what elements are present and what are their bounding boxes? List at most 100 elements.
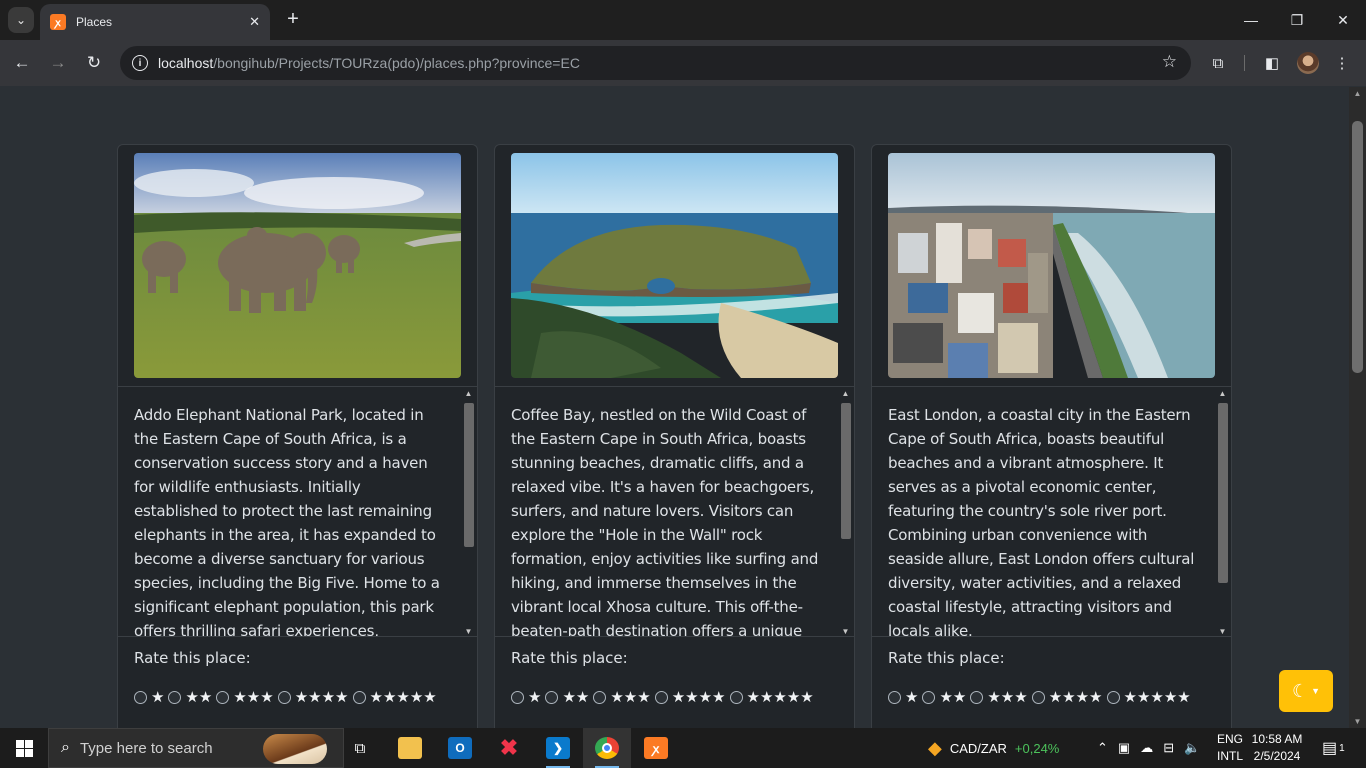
taskbar-search[interactable]: ⌕ Type here to search xyxy=(48,728,344,768)
search-icon: ⌕ xyxy=(61,739,70,756)
rating-radio-2[interactable] xyxy=(922,690,936,704)
rating-options: ★ ★★ ★★★ ★★★★ ★★★★★ xyxy=(888,688,1195,706)
scroll-down-arrow-icon[interactable]: ▼ xyxy=(1349,717,1366,726)
rating-label-1: ★ xyxy=(905,689,919,706)
windows-taskbar: ⌕ Type here to search ⧉ O ✖ ❯ ꭗ ◆ CAD/ZA… xyxy=(0,728,1366,768)
description-scrollbar[interactable]: ▲ ▼ xyxy=(1215,387,1230,636)
system-tray: ⌃ ▣ ☁ ⊟ 🔈 xyxy=(1097,728,1200,768)
page-scroll-thumb[interactable] xyxy=(1352,121,1363,373)
xampp-icon: ꭗ xyxy=(644,737,668,759)
rating-radio-1[interactable] xyxy=(134,690,147,704)
caret-down-icon: ▼ xyxy=(1311,686,1321,696)
rating-radio-4[interactable] xyxy=(277,690,291,704)
restore-button[interactable]: ❐ xyxy=(1274,0,1320,40)
url-text[interactable]: localhost/bongihub/Projects/TOURza(pdo)/… xyxy=(158,55,580,71)
taskbar-outlook[interactable]: O xyxy=(436,728,484,768)
clock-time: 10:58 AM xyxy=(1251,732,1303,746)
reload-icon: ↻ xyxy=(86,53,102,72)
rating-options: ★ ★★ ★★★ ★★★★ ★★★★★ xyxy=(511,688,818,706)
rating-label-4: ★★★★ xyxy=(671,689,726,706)
address-bar[interactable]: i localhost/bongihub/Projects/TOURza(pdo… xyxy=(120,46,1191,80)
place-description-box[interactable]: Addo Elephant National Park, located in … xyxy=(118,386,477,637)
taskbar-search-placeholder: Type here to search xyxy=(79,739,213,757)
reload-button[interactable]: ↻ xyxy=(81,50,107,76)
stock-icon: ◆ xyxy=(928,737,942,758)
rating-label-4: ★★★★ xyxy=(1048,689,1103,706)
description-scrollbar[interactable]: ▲ ▼ xyxy=(838,387,853,636)
new-tab-button[interactable]: + xyxy=(282,8,304,30)
moon-icon: ☾ xyxy=(1291,680,1309,701)
close-window-button[interactable]: ✕ xyxy=(1320,0,1366,40)
camera-icon[interactable]: ▣ xyxy=(1118,740,1130,756)
place-photo-elephants xyxy=(134,153,461,378)
side-panel-icon[interactable]: ◧ xyxy=(1261,52,1283,74)
place-description: East London, a coastal city in the Easte… xyxy=(888,406,1195,637)
place-card-east-london: East London, a coastal city in the Easte… xyxy=(871,144,1232,728)
clock[interactable]: 10:58 AM 2/5/2024 xyxy=(1246,731,1308,765)
rating-radio-3[interactable] xyxy=(970,690,984,704)
tab-places[interactable]: ꭗ Places ✕ xyxy=(40,4,270,40)
rating-radio-5[interactable] xyxy=(729,690,743,704)
menu-kebab-icon[interactable]: ⋮ xyxy=(1331,52,1353,74)
notification-icon: ▤ xyxy=(1322,740,1338,757)
rating-radio-2[interactable] xyxy=(545,690,559,704)
rating-label-2: ★★ xyxy=(185,689,213,706)
start-button[interactable] xyxy=(0,728,48,768)
back-button[interactable]: ← xyxy=(9,50,35,76)
rating-radio-1[interactable] xyxy=(511,690,524,704)
rating-label-3: ★★★ xyxy=(987,689,1028,706)
place-description-box[interactable]: East London, a coastal city in the Easte… xyxy=(872,386,1231,637)
url-host: localhost xyxy=(158,55,214,71)
rating-label-2: ★★ xyxy=(562,689,590,706)
tab-close-icon[interactable]: ✕ xyxy=(249,14,260,30)
rating-label-1: ★ xyxy=(528,689,542,706)
place-photo-coast xyxy=(511,153,838,378)
rating-radio-1[interactable] xyxy=(888,690,901,704)
network-icon[interactable]: ⊟ xyxy=(1163,740,1174,756)
bookmark-star-icon[interactable]: ☆ xyxy=(1162,52,1177,72)
onedrive-icon[interactable]: ☁ xyxy=(1140,740,1153,756)
outlook-icon: O xyxy=(448,737,472,759)
rating-radio-2[interactable] xyxy=(168,690,182,704)
chevron-down-icon: ⌄ xyxy=(15,13,27,27)
task-view-button[interactable]: ⧉ xyxy=(336,728,384,768)
browser-tab-strip: ⌄ ꭗ Places ✕ + — ❐ ✕ xyxy=(0,0,1366,40)
rating-radio-5[interactable] xyxy=(352,690,366,704)
taskbar-file-explorer[interactable] xyxy=(386,728,434,768)
tab-search-button[interactable]: ⌄ xyxy=(8,7,34,33)
place-description: Coffee Bay, nestled on the Wild Coast of… xyxy=(511,406,819,637)
windows-logo-icon xyxy=(15,739,33,757)
profile-avatar[interactable] xyxy=(1297,52,1319,74)
theme-toggle-button[interactable]: ☾ ▼ xyxy=(1279,670,1333,712)
rate-label: Rate this place: xyxy=(134,649,251,667)
chevron-up-icon[interactable]: ⌃ xyxy=(1097,740,1108,756)
extensions-icon[interactable]: ⧉ xyxy=(1207,52,1229,74)
volume-mute-icon[interactable]: 🔈 xyxy=(1184,740,1200,756)
place-photo-city xyxy=(888,153,1215,378)
language-indicator[interactable]: ENG INTL xyxy=(1212,731,1248,765)
site-info-icon[interactable]: i xyxy=(132,55,148,71)
rating-radio-5[interactable] xyxy=(1106,690,1120,704)
page-scrollbar[interactable]: ▲ ▼ xyxy=(1349,87,1366,728)
ticker-widget[interactable]: ◆ CAD/ZAR +0,24% xyxy=(928,728,1059,768)
arrow-left-icon: ← xyxy=(13,53,31,72)
rating-radio-4[interactable] xyxy=(654,690,668,704)
place-description: Addo Elephant National Park, located in … xyxy=(134,406,440,637)
rating-radio-3[interactable] xyxy=(216,690,230,704)
browser-toolbar: ← → ↻ i localhost/bongihub/Projects/TOUR… xyxy=(0,40,1366,86)
taskbar-xmind[interactable]: ✖ xyxy=(485,728,533,768)
place-description-box[interactable]: Coffee Bay, nestled on the Wild Coast of… xyxy=(495,386,854,637)
taskbar-vscode[interactable]: ❯ xyxy=(534,728,582,768)
rating-radio-4[interactable] xyxy=(1031,690,1045,704)
taskbar-xampp[interactable]: ꭗ xyxy=(632,728,680,768)
taskbar-chrome[interactable] xyxy=(583,728,631,768)
rating-label-5: ★★★★★ xyxy=(369,689,437,706)
notifications-button[interactable]: ▤ 1 xyxy=(1322,728,1345,768)
minimize-button[interactable]: — xyxy=(1228,0,1274,40)
notification-count: 1 xyxy=(1339,742,1345,754)
scroll-up-arrow-icon[interactable]: ▲ xyxy=(1349,89,1366,98)
place-card-addo: Addo Elephant National Park, located in … xyxy=(117,144,478,728)
forward-button[interactable]: → xyxy=(45,50,71,76)
description-scrollbar[interactable]: ▲ ▼ xyxy=(461,387,476,636)
rating-radio-3[interactable] xyxy=(593,690,607,704)
